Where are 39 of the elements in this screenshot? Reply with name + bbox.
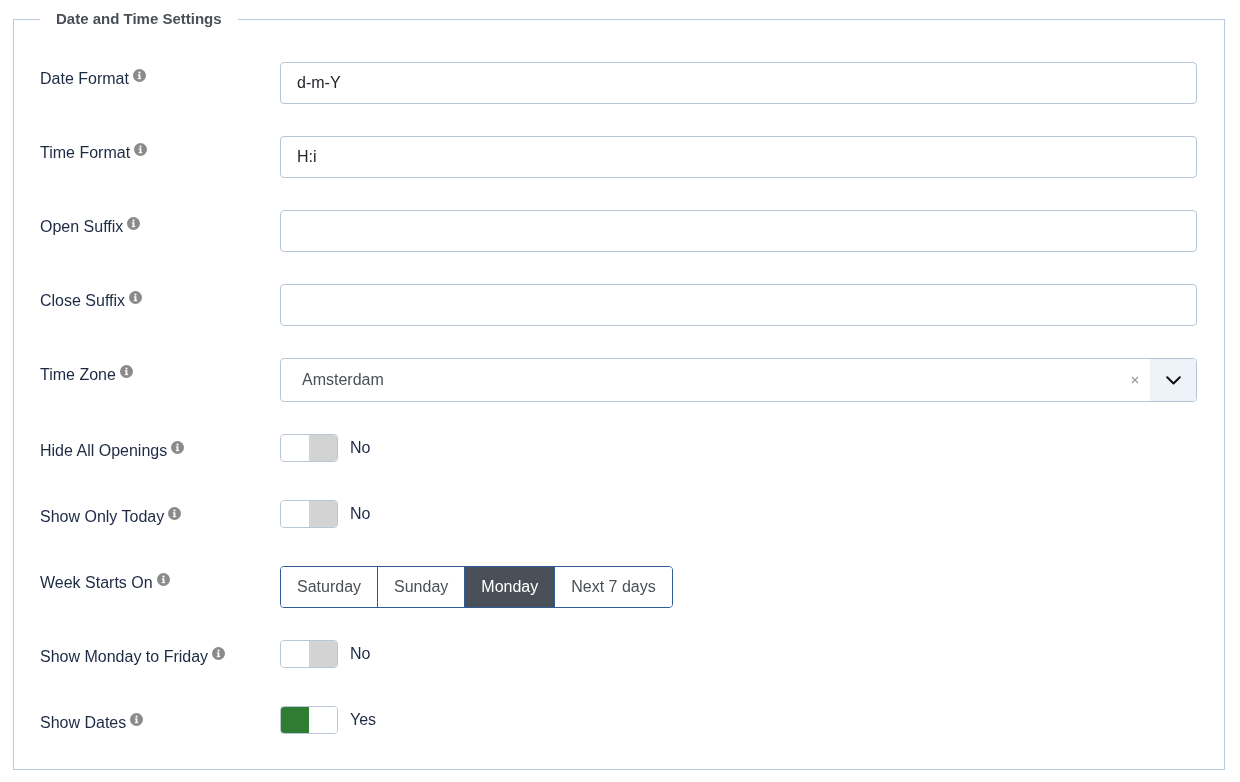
input-field[interactable]	[280, 284, 1197, 326]
field-label: Open Suffix	[40, 217, 124, 237]
field-label: Time Zone	[40, 365, 116, 385]
toggle-state-label: Yes	[350, 710, 377, 730]
toggle-switch[interactable]	[280, 640, 338, 668]
field-label: Date Format	[40, 69, 129, 89]
info-icon[interactable]	[127, 217, 141, 230]
clear-icon[interactable]	[1131, 376, 1139, 384]
field-label: Hide All Openings	[40, 441, 168, 461]
chevron-down-icon	[1165, 375, 1181, 385]
select-field[interactable]: Amsterdam	[280, 358, 1197, 402]
info-icon[interactable]	[129, 291, 143, 304]
segment-button[interactable]: Monday	[464, 567, 555, 607]
info-icon[interactable]	[171, 441, 185, 454]
info-icon[interactable]	[134, 143, 148, 156]
field-label: Close Suffix	[40, 291, 126, 311]
toggle-state-label: No	[350, 438, 371, 458]
info-icon[interactable]	[132, 69, 146, 82]
field-label: Show Only Today	[40, 507, 165, 527]
field-label: Show Dates	[40, 713, 127, 733]
field-label: Week Starts On	[40, 573, 153, 593]
field-label: Time Format	[40, 143, 131, 163]
toggle-switch[interactable]	[280, 706, 338, 734]
toggle-switch[interactable]	[280, 434, 338, 462]
section-legend: Date and Time Settings	[40, 9, 238, 29]
toggle-state-label: No	[350, 504, 371, 524]
input-field[interactable]: d-m-Y	[280, 62, 1197, 104]
info-icon[interactable]	[119, 365, 133, 378]
field-label: Show Monday to Friday	[40, 647, 209, 667]
input-field[interactable]: H:i	[280, 136, 1197, 178]
input-field[interactable]	[280, 210, 1197, 252]
segment-button[interactable]: Next 7 days	[554, 567, 672, 607]
info-icon[interactable]	[130, 713, 144, 726]
info-icon[interactable]	[212, 647, 226, 660]
dropdown-button[interactable]	[1150, 359, 1196, 401]
info-icon[interactable]	[156, 573, 170, 586]
toggle-state-label: No	[350, 644, 371, 664]
toggle-switch[interactable]	[280, 500, 338, 528]
info-icon[interactable]	[168, 507, 182, 520]
